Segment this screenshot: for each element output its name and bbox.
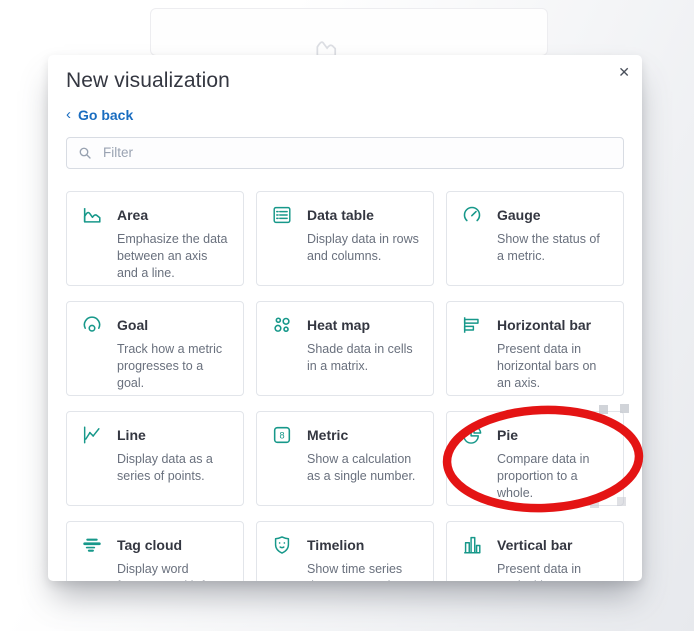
search-icon [79,147,91,159]
heat-map-icon [271,314,293,336]
vis-card-title: Vertical bar [497,536,573,553]
vis-card-title: Horizontal bar [497,316,592,333]
vis-card-gauge[interactable]: Gauge Show the status of a metric. [446,190,624,286]
vis-card-goal[interactable]: Goal Track how a metric progresses to a … [66,300,244,396]
vis-card-tag-cloud[interactable]: Tag cloud Display word frequency with fo… [66,520,244,582]
chevron-left-icon: ‹ [66,105,71,123]
vis-card-title: Gauge [497,206,541,223]
area-chart-icon [81,204,103,226]
timelion-icon [271,534,293,556]
vis-card-title: Data table [307,206,374,223]
selection-handle [617,497,626,506]
vis-card-description: Display word frequency with font size. [117,561,222,582]
svg-text:8: 8 [279,430,284,440]
selection-handle [620,404,629,413]
vis-card-title: Metric [307,426,349,443]
new-visualization-modal: ✕ New visualization ‹ Go back Filter Are… [48,55,642,581]
vis-card-description: Present data in vertical bars on an axis… [497,561,599,582]
vertical-bar-icon [461,534,483,556]
gauge-icon [461,204,483,226]
vis-card-title: Line [117,426,146,443]
go-back-link[interactable]: ‹ Go back [66,105,134,124]
close-icon[interactable]: ✕ [612,59,636,85]
vis-card-description: Show time series data on a graph. [307,561,403,582]
vis-card-horizontal-bar[interactable]: Horizontal bar Present data in horizonta… [446,300,624,396]
line-chart-icon [81,424,103,446]
vis-card-title: Goal [117,316,149,333]
vis-card-description: Display data in rows and columns. [307,231,419,263]
vis-card-line[interactable]: Line Display data as a series of points. [66,410,244,506]
vis-card-title: Timelion [307,536,365,553]
vis-card-pie[interactable]: Pie Compare data in proportion to a whol… [446,410,624,506]
filter-bar [66,136,624,169]
metric-icon: 8 [271,424,293,446]
vis-card-description: Emphasize the data between an axis and a… [117,231,228,280]
selection-handle [590,499,599,508]
vis-card-description: Display data as a series of points. [117,451,213,483]
vis-card-heat-map[interactable]: Heat map Shade data in cells in a matrix… [256,300,434,396]
vis-card-vertical-bar[interactable]: Vertical bar Present data in vertical ba… [446,520,624,582]
selection-handle [599,405,608,414]
vis-card-metric[interactable]: 8 Metric Show a calculation as a single … [256,410,434,506]
vis-card-title: Pie [497,426,519,443]
pie-chart-icon [461,424,483,446]
go-back-label: Go back [78,107,134,123]
vis-card-description: Shade data in cells in a matrix. [307,341,413,373]
vis-card-description: Show the status of a metric. [497,231,600,263]
goal-icon [81,314,103,336]
data-table-icon [271,204,293,226]
vis-card-area[interactable]: Area Emphasize the data between an axis … [66,190,244,286]
visualization-grid: Area Emphasize the data between an axis … [66,190,624,582]
tag-cloud-icon [81,534,103,556]
filter-input[interactable] [101,144,613,161]
vis-card-description: Show a calculation as a single number. [307,451,416,483]
vis-card-data-table[interactable]: Data table Display data in rows and colu… [256,190,434,286]
vis-card-timelion[interactable]: Timelion Show time series data on a grap… [256,520,434,582]
horizontal-bar-icon [461,314,483,336]
background-panel [150,8,548,56]
vis-card-title: Heat map [307,316,371,333]
vis-card-description: Present data in horizontal bars on an ax… [497,341,597,390]
modal-title: New visualization [66,69,230,92]
vis-card-title: Area [117,206,149,223]
vis-card-description: Track how a metric progresses to a goal. [117,341,223,390]
vis-card-title: Tag cloud [117,536,183,553]
vis-card-description: Compare data in proportion to a whole. [497,451,590,500]
screen: ✕ New visualization ‹ Go back Filter Are… [0,0,694,631]
